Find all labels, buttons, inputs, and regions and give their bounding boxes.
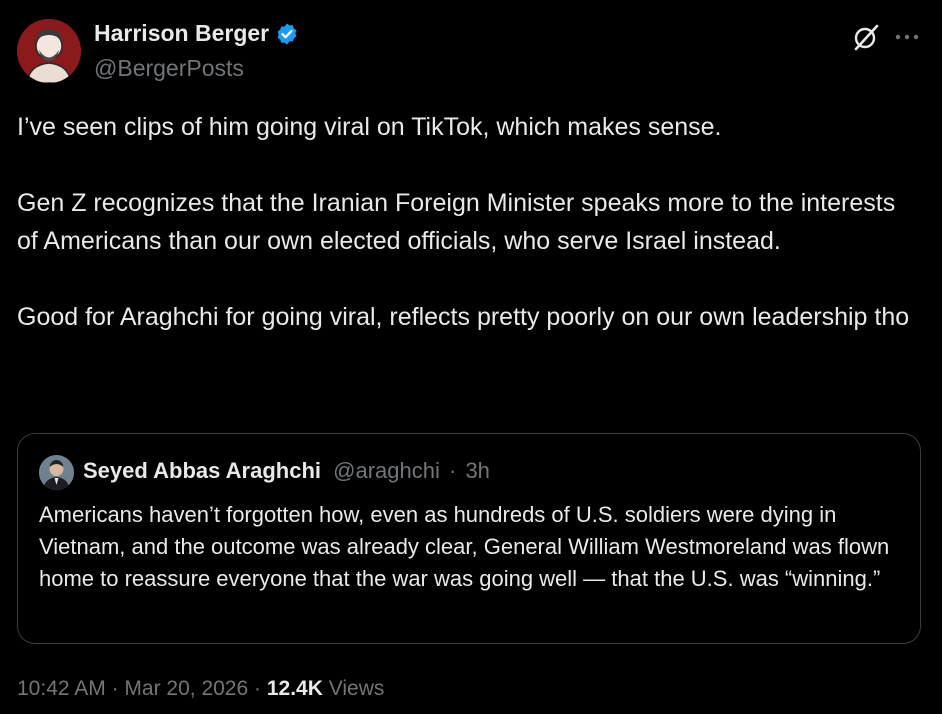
tweet-time[interactable]: 10:42 AM <box>17 677 106 700</box>
quote-separator: · <box>448 458 457 483</box>
tweet-paragraph: Gen Z recognizes that the Iranian Foreig… <box>17 189 896 255</box>
quote-timestamp[interactable]: 3h <box>465 458 489 483</box>
verified-badge-icon[interactable] <box>275 22 299 46</box>
footer-separator: · <box>254 677 262 700</box>
grok-icon[interactable] <box>850 21 882 53</box>
tweet-paragraph: Good for Araghchi for going viral, refle… <box>17 303 910 331</box>
quoted-tweet[interactable]: Seyed Abbas Araghchi @araghchi · 3h Amer… <box>17 433 921 644</box>
quote-avatar[interactable] <box>39 455 74 490</box>
tweet-text: I’ve seen clips of him going viral on Ti… <box>17 108 917 336</box>
tweet-date[interactable]: Mar 20, 2026 <box>124 677 248 700</box>
tweet-footer: 10:42 AM · Mar 20, 2026 · 12.4K Views <box>17 677 384 701</box>
more-icon[interactable] <box>894 28 920 46</box>
quote-header: Seyed Abbas Araghchi @araghchi · 3h <box>83 458 490 484</box>
author-name-row: Harrison Berger <box>94 20 299 47</box>
author-handle[interactable]: @BergerPosts <box>94 55 244 82</box>
author-avatar[interactable] <box>17 19 81 83</box>
author-name[interactable]: Harrison Berger <box>94 20 269 47</box>
footer-separator: · <box>111 677 119 700</box>
quote-author-name[interactable]: Seyed Abbas Araghchi <box>83 458 321 483</box>
tweet-paragraph: I’ve seen clips of him going viral on Ti… <box>17 113 722 141</box>
views-label: Views <box>328 677 385 700</box>
quote-text: Americans haven’t forgotten how, even as… <box>39 502 890 591</box>
quote-author-handle[interactable]: @araghchi <box>333 458 440 483</box>
views-count: 12.4K <box>266 677 323 700</box>
